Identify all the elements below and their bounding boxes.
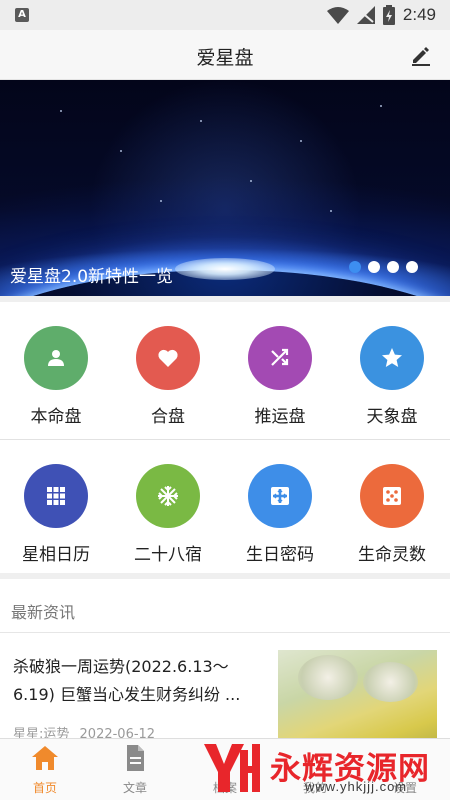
feature-label: 推运盘: [254, 407, 306, 427]
feature-label: 合盘: [151, 407, 185, 427]
news-thumbnail[interactable]: [278, 650, 437, 750]
grid-icon: [24, 464, 88, 528]
feature-birthday-code[interactable]: 生日密码: [224, 440, 336, 572]
feature-celestial[interactable]: 天象盘: [336, 302, 448, 434]
section-divider: [0, 573, 450, 579]
carousel-dot-active[interactable]: [349, 261, 361, 273]
app-notification-icon: A: [15, 8, 29, 22]
app-header: 爱星盘: [0, 30, 450, 80]
feature-astro-calendar[interactable]: 星相日历: [0, 440, 112, 572]
star-decoration: [330, 210, 332, 212]
star-decoration: [60, 110, 62, 112]
watermark-logo-icon: [204, 744, 260, 792]
carousel-dot[interactable]: [368, 261, 380, 273]
watermark-url: www.yhkjjj.com: [305, 779, 408, 794]
feature-natal-chart[interactable]: 本命盘: [0, 302, 112, 434]
shuffle-icon: [248, 326, 312, 390]
nav-articles[interactable]: 文章: [90, 739, 180, 800]
news-title[interactable]: 杀破狼一周运势(2022.6.13～6.19) 巨蟹当心发生财务纠纷 ...: [13, 653, 268, 709]
edit-icon[interactable]: [410, 45, 432, 67]
dice-icon: [360, 464, 424, 528]
feature-life-number[interactable]: 生命灵数: [336, 440, 448, 572]
nav-home[interactable]: 首页: [0, 739, 90, 800]
snowflake-icon: [136, 464, 200, 528]
feature-label: 天象盘: [366, 407, 418, 427]
carousel-dot[interactable]: [387, 261, 399, 273]
clock: 2:49: [402, 5, 436, 24]
feature-label: 生日密码: [246, 545, 314, 565]
home-icon: [32, 746, 58, 770]
news-divider: [0, 632, 450, 633]
battery-icon: [383, 5, 395, 25]
document-icon: [127, 745, 144, 771]
watermark: 永辉资源网 www.yhkjjj.com: [200, 737, 450, 800]
star-decoration: [120, 150, 122, 152]
star-decoration: [300, 140, 302, 142]
feature-label: 二十八宿: [134, 545, 202, 565]
nav-label: 首页: [32, 781, 57, 795]
nav-label: 文章: [122, 781, 147, 795]
signal-icon: [357, 6, 375, 24]
page-title: 爱星盘: [196, 47, 254, 69]
news-section-title: 最新资讯: [11, 603, 76, 622]
wifi-icon: [327, 7, 349, 24]
carousel-dot[interactable]: [406, 261, 418, 273]
feature-grid-row-1: 本命盘 合盘 推运盘 天象盘: [0, 302, 450, 434]
feature-progression[interactable]: 推运盘: [224, 302, 336, 434]
star-decoration: [250, 180, 252, 182]
star-icon: [360, 326, 424, 390]
cross-box-icon: [248, 464, 312, 528]
heart-icon: [136, 326, 200, 390]
banner-caption[interactable]: 爱星盘2.0新特性一览: [10, 262, 173, 287]
feature-grid-row-2: 星相日历 二十八宿 生日密码 生命灵数: [0, 440, 450, 572]
feature-28-mansions[interactable]: 二十八宿: [112, 440, 224, 572]
status-bar: A 2:49: [0, 0, 450, 30]
feature-label: 生命灵数: [358, 545, 426, 565]
star-decoration: [380, 105, 382, 107]
star-decoration: [200, 120, 202, 122]
blossom-tree-decoration: [363, 662, 418, 702]
feature-label: 星相日历: [22, 545, 90, 565]
sunrise-flare: [175, 258, 275, 280]
blossom-tree-decoration: [298, 655, 358, 700]
feature-label: 本命盘: [30, 407, 82, 427]
person-icon: [24, 326, 88, 390]
feature-synastry[interactable]: 合盘: [112, 302, 224, 434]
star-decoration: [160, 200, 162, 202]
